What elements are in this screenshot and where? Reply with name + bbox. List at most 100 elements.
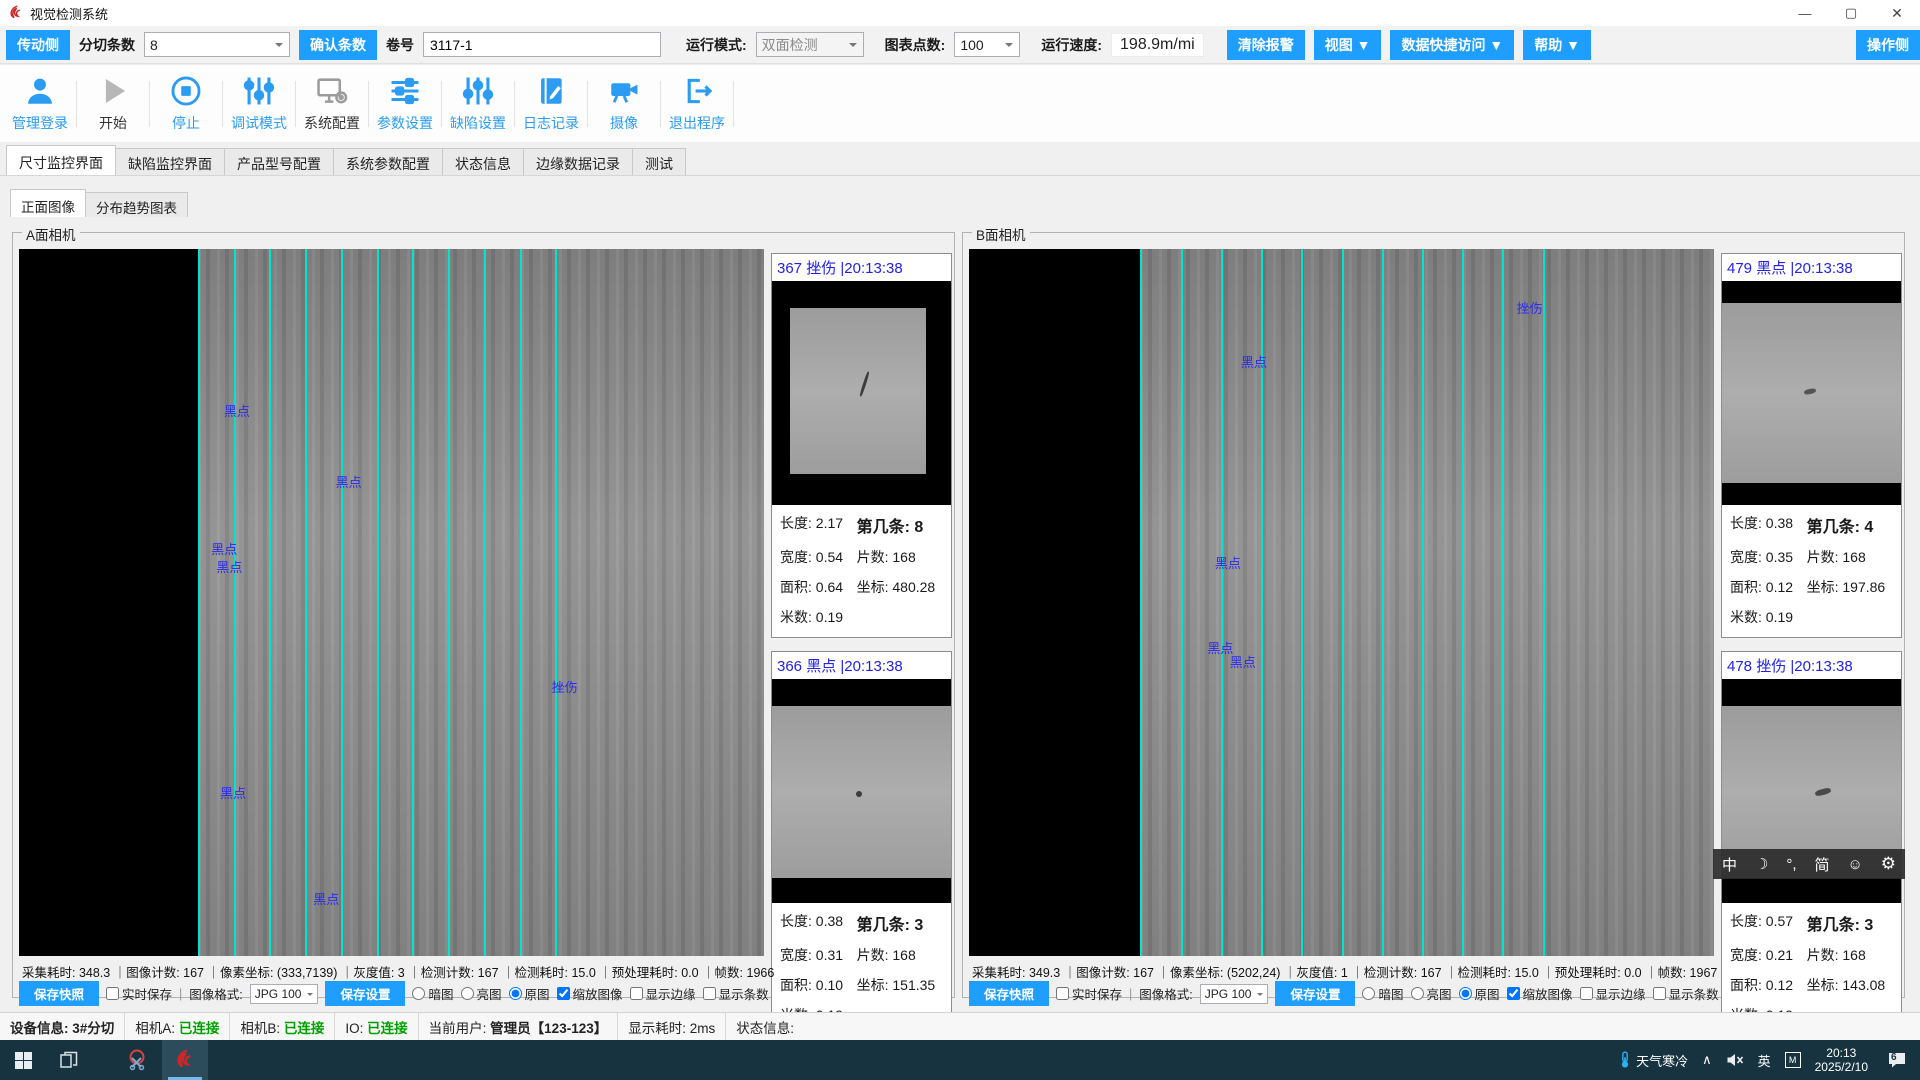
save-settings-button[interactable]: 保存设置 [325,981,405,1006]
strip-line [1382,249,1384,956]
exit-door-icon [680,74,714,108]
dark-image-radio[interactable]: 暗图 [412,984,453,1003]
strip-line [1543,249,1545,956]
defect-settings-button[interactable]: 缺陷设置 [442,74,514,133]
sliders-horizontal-icon [388,74,422,108]
tray-expand-icon[interactable]: ∧ [1702,1052,1712,1068]
display-time: 显示耗时: 2ms [618,1017,725,1037]
dark-image-radio[interactable]: 暗图 [1362,984,1403,1003]
roll-number-input[interactable] [423,32,661,57]
defect-card[interactable]: 367 挫伤 |20:13:38 长度: 2.17 第几条: 8 宽度: 0.5… [771,253,952,638]
chart-points-label: 图表点数: [885,35,946,55]
start-button[interactable] [0,1040,46,1080]
defect-card[interactable]: 366 黑点 |20:13:38 长度: 0.38 第几条: 3 宽度: 0.3… [771,651,952,1036]
main-toolbar: 传动侧 分切条数 8 确认条数 卷号 运行模式: 双面检测 图表点数: 100 … [0,26,1920,64]
system-config-button[interactable]: 系统配置 [296,74,368,133]
param-settings-button[interactable]: 参数设置 [369,74,441,133]
save-snapshot-button[interactable]: 保存快照 [969,981,1049,1006]
tab-defect-monitor[interactable]: 缺陷监控界面 [115,148,225,175]
video-camera-icon [607,74,641,108]
zoom-image-checkbox[interactable]: 缩放图像 [557,984,623,1003]
maximize-button[interactable]: ▢ [1828,0,1874,26]
ime-emoji-icon[interactable]: ☺ [1847,856,1862,873]
inspection-app-icon[interactable] [162,1040,208,1080]
strip-line [234,249,236,956]
log-record-button[interactable]: 日志记录 [515,74,587,133]
image-format-select[interactable]: JPG 100 [250,984,319,1004]
defect-card-header: 478 挫伤 |20:13:38 [1722,652,1901,679]
monitor-gear-icon [315,74,349,108]
tab-size-monitor[interactable]: 尺寸监控界面 [6,145,116,175]
run-mode-select[interactable]: 双面检测 [756,32,864,57]
clock[interactable]: 20:13 2025/2/10 [1815,1046,1868,1074]
image-format-select[interactable]: JPG 100 [1200,984,1269,1004]
weather-widget[interactable]: 天气寒冷 [1618,1050,1688,1070]
show-edge-checkbox[interactable]: 显示边缘 [1580,984,1646,1003]
capture-button[interactable]: 摄像 [588,74,660,133]
ime-language-indicator[interactable]: 英 [1758,1051,1771,1070]
ime-lang-mode[interactable]: 中 [1722,854,1737,875]
show-strips-checkbox[interactable]: 显示条数 [703,984,769,1003]
zoom-image-checkbox[interactable]: 缩放图像 [1507,984,1573,1003]
run-mode-label: 运行模式: [686,35,747,55]
save-settings-button[interactable]: 保存设置 [1275,981,1355,1006]
stop-button[interactable]: 停止 [150,74,222,133]
close-button[interactable]: ✕ [1874,0,1920,26]
login-button[interactable]: 管理登录 [4,74,76,133]
strip-line [198,249,200,956]
realtime-save-checkbox[interactable]: 实时保存 [1056,984,1122,1003]
tab-edge-data[interactable]: 边缘数据记录 [523,148,633,175]
tab-test[interactable]: 测试 [632,148,686,175]
ime-punctuation-icon[interactable]: °, [1786,856,1796,873]
slit-count-label: 分切条数 [79,35,135,55]
view-menu-button[interactable]: 视图 ▼ [1314,30,1382,60]
original-image-radio[interactable]: 原图 [1459,984,1500,1003]
snipping-tool-icon[interactable] [116,1040,162,1080]
volume-muted-icon[interactable] [1726,1052,1744,1068]
strip-line [1342,249,1344,956]
defect-card[interactable]: 478 挫伤 |20:13:38 长度: 0.57 第几条: 3 宽度: 0.2… [1721,651,1902,1036]
bright-image-radio[interactable]: 亮图 [461,984,502,1003]
tab-product-model[interactable]: 产品型号配置 [224,148,334,175]
confirm-count-button[interactable]: 确认条数 [299,30,377,60]
camera-a-defect-list: 367 挫伤 |20:13:38 长度: 2.17 第几条: 8 宽度: 0.5… [771,253,952,1049]
ime-simplified-mode[interactable]: 简 [1814,854,1829,875]
defect-card[interactable]: 479 黑点 |20:13:38 长度: 0.38 第几条: 4 宽度: 0.3… [1721,253,1902,638]
chart-points-select[interactable]: 100 [954,32,1020,57]
minimize-button[interactable]: — [1782,0,1828,26]
strip-line [448,249,450,956]
defect-card-header: 479 黑点 |20:13:38 [1722,254,1901,281]
slit-count-select[interactable]: 8 [144,32,290,57]
exit-program-button[interactable]: 退出程序 [661,74,733,133]
clear-alarm-button[interactable]: 清除报警 [1227,30,1305,60]
ime-mode-icon[interactable]: M [1785,1052,1801,1068]
tab-status-info[interactable]: 状态信息 [442,148,524,175]
material-band [1140,249,1714,956]
data-quick-access-button[interactable]: 数据快捷访问 ▼ [1390,30,1514,60]
task-view-button[interactable] [46,1040,92,1080]
operator-side-button[interactable]: 操作侧 [1856,30,1920,60]
strip-line [520,249,522,956]
start-button[interactable]: 开始 [77,74,149,133]
camera-a-status-line: 采集耗时: 348.3 ｜图像计数: 167 ｜像素坐标: (333,7139)… [22,962,774,981]
thermometer-icon [1618,1050,1632,1070]
camera-b-title: B面相机 [972,224,1030,244]
drive-side-button[interactable]: 传动侧 [6,30,70,60]
sliders-vertical-icon [242,74,276,108]
help-menu-button[interactable]: 帮助 ▼ [1523,30,1591,60]
save-snapshot-button[interactable]: 保存快照 [19,981,99,1006]
original-image-radio[interactable]: 原图 [509,984,550,1003]
defect-label: 黑点 [224,401,250,420]
show-strips-checkbox[interactable]: 显示条数 [1653,984,1719,1003]
subtab-trend-chart[interactable]: 分布趋势图表 [85,192,188,217]
realtime-save-checkbox[interactable]: 实时保存 [106,984,172,1003]
show-edge-checkbox[interactable]: 显示边缘 [630,984,696,1003]
notification-center-icon[interactable]: 6 [1882,1051,1912,1069]
ime-halfwidth-icon[interactable]: ☽ [1755,855,1768,873]
bright-image-radio[interactable]: 亮图 [1411,984,1452,1003]
debug-mode-button[interactable]: 调试模式 [223,74,295,133]
ime-settings-icon[interactable]: ⚙ [1881,854,1896,874]
subtab-front-image[interactable]: 正面图像 [10,189,86,217]
main-tabs: 尺寸监控界面缺陷监控界面产品型号配置系统参数配置状态信息边缘数据记录测试 [0,146,1920,176]
tab-system-params[interactable]: 系统参数配置 [333,148,443,175]
